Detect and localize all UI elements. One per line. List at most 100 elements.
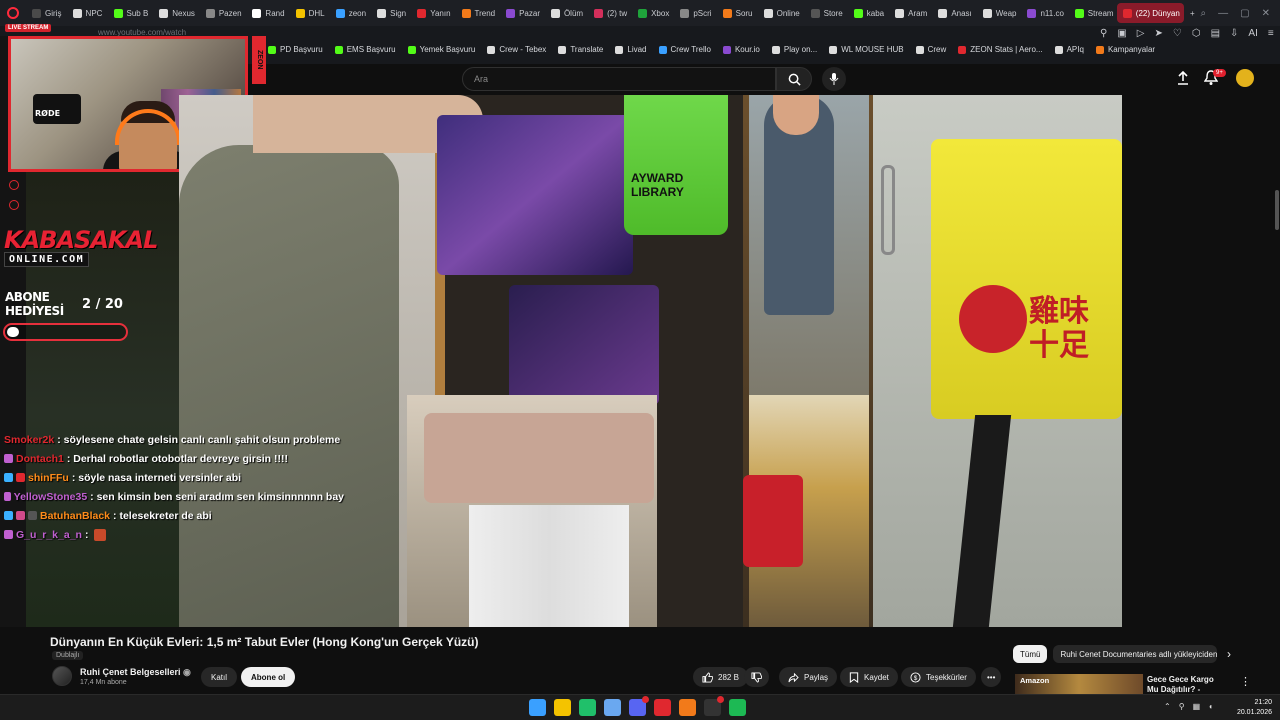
bookmark-favicon-icon [487,45,496,54]
bookmark-item[interactable]: Translate [558,45,603,54]
browser-tab[interactable]: Anası [932,3,976,23]
volume-icon[interactable]: ◖ [1208,702,1213,711]
browser-tab[interactable]: Yanın [411,3,455,23]
file-explorer-icon[interactable] [554,699,571,716]
save-button[interactable]: Kaydet [840,667,898,687]
play-icon[interactable]: ▷ [1137,28,1145,39]
browser-tab[interactable]: kaba [848,3,889,23]
tab-favicon-icon [461,8,471,18]
join-button[interactable]: Katıl [201,667,238,687]
browser-tab[interactable]: Sign [371,3,411,23]
more-vert-icon[interactable]: ⋮ [1240,675,1251,688]
obs-icon[interactable] [704,696,724,716]
menu-icon[interactable]: ≡ [1268,28,1274,39]
more-actions-button[interactable]: ••• [981,667,1002,687]
spotify-icon[interactable] [729,699,746,716]
pin-icon[interactable]: ⚲ [1100,28,1107,39]
bookmark-item[interactable]: Livad [615,45,647,54]
bookmark-item[interactable]: Crew [915,45,946,54]
browser-tab[interactable]: NPC [67,3,108,23]
bookmark-item[interactable]: EMS Başvuru [334,45,396,54]
browser-tab[interactable]: Store [805,3,848,23]
browser-tab[interactable]: Online [758,3,805,23]
maximize-icon[interactable]: ▢ [1240,8,1249,19]
system-clock[interactable]: 21:20 20.01.2026 [1232,698,1272,718]
chat-overlay: Smoker2k: söylesene chate gelsin canlı c… [4,430,344,544]
bookmark-item[interactable]: ZEON Stats | Aero... [958,45,1043,54]
app-orange-icon[interactable] [679,699,696,716]
opera-logo-icon[interactable] [0,0,26,26]
like-button[interactable]: 282 B [693,667,748,687]
browser-tab[interactable]: Sub B [108,3,154,23]
search-input[interactable]: Ara [462,67,776,91]
browser-tab[interactable]: (2) tw [588,3,632,23]
bookmark-item[interactable]: Yemek Başvuru [407,45,475,54]
recommended-video-title[interactable]: Gece Gece Kargo Mu Dağıtılır? - Amerika'… [1147,675,1227,694]
browser-tab[interactable]: Aram [889,3,932,23]
browser-tab[interactable]: Weap [977,3,1022,23]
chat-message: shinFFu: söyle nasa interneti versinler … [4,468,344,487]
windows-start-icon[interactable] [529,699,546,716]
bookmark-item[interactable]: Crew Trello [658,45,711,54]
voice-search-button[interactable] [822,67,846,91]
wallet-icon[interactable]: ▤ [1211,28,1220,39]
bookmark-item[interactable]: APIq [1054,45,1084,54]
browser-tab[interactable]: Ölüm [545,3,588,23]
bookmark-item[interactable]: WL MOUSE HUB [829,45,904,54]
share-button[interactable]: Paylaş [779,667,838,687]
browser-tab-active[interactable]: (22) Dünyan [1116,3,1185,23]
window-controls: ⌕ — ▢ ✕ [1201,8,1280,19]
browser-tab[interactable]: Trend [456,3,501,23]
video-player[interactable]: AYWARD LIBRARY 雞味 十足 [179,95,1122,627]
mic-tray-icon[interactable]: ⚲ [1179,702,1185,711]
channel-avatar[interactable] [52,666,72,686]
snapshot-icon[interactable]: ▣ [1117,28,1126,39]
search-button[interactable] [776,67,812,91]
ai-button[interactable]: AI [1248,28,1257,39]
browser-tab[interactable]: Nexus [153,3,200,23]
chevron-right-icon[interactable]: › [1227,647,1231,661]
browser-tab[interactable]: n11.co [1021,3,1068,23]
bookmark-item[interactable]: Kour.io [722,45,760,54]
extensions-icon[interactable]: ⬡ [1192,28,1201,39]
close-window-icon[interactable]: ✕ [1262,8,1270,19]
tray-chevron-icon[interactable]: ⌃ [1164,702,1171,711]
browser-tab[interactable]: zeon [330,3,371,23]
browser-tab[interactable]: Pazar [500,3,545,23]
tab-favicon-icon [377,8,387,18]
browser-tab[interactable]: Pazen [200,3,247,23]
browser-tab[interactable]: Giriş [26,3,67,23]
browser-tab[interactable]: Xbox [632,3,674,23]
network-icon[interactable]: ▦ [1193,702,1201,711]
dislike-button[interactable] [744,667,769,687]
app-green-icon[interactable] [579,699,596,716]
browser-tab[interactable]: DHL [290,3,330,23]
thanks-button[interactable]: $ Teşekkürler [901,667,976,687]
tab-favicon-icon [550,8,560,18]
send-icon[interactable]: ➤ [1154,28,1162,39]
chip-channel[interactable]: Ruhi Cenet Documentaries adlı yükleyicid… [1053,645,1218,663]
account-avatar[interactable] [1236,69,1254,87]
chip-all[interactable]: Tümü [1013,645,1048,663]
bookmark-item[interactable]: PD Başvuru [268,45,323,54]
page-scrollbar[interactable] [1275,190,1279,230]
opera-icon[interactable] [654,699,671,716]
bookmark-item[interactable]: Crew - Tebex [487,45,546,54]
discord-icon[interactable] [629,696,649,716]
browser-tab[interactable]: pScri [674,3,716,23]
subscribe-button[interactable]: Abone ol [241,667,296,687]
create-button[interactable] [1176,70,1190,90]
bookmark-item[interactable]: Play on... [771,45,817,54]
new-tab-icon[interactable]: + [1184,3,1201,23]
browser-tab[interactable]: Soru [717,3,758,23]
recommended-video-thumbnail[interactable]: Amazon [1015,674,1143,694]
channel-name[interactable]: Ruhi Çenet Belgeselleri ◉ [80,667,191,678]
browser-tab[interactable]: Rand [246,3,289,23]
app-blue-icon[interactable] [604,699,621,716]
bookmark-item[interactable]: Kampanyalar [1095,45,1155,54]
browser-tab[interactable]: Stream [1069,3,1117,23]
heart-icon[interactable]: ♡ [1173,28,1182,39]
download-icon[interactable]: ⇩ [1230,28,1238,39]
minimize-icon[interactable]: — [1218,8,1228,19]
search-tabs-icon[interactable]: ⌕ [1201,8,1207,19]
